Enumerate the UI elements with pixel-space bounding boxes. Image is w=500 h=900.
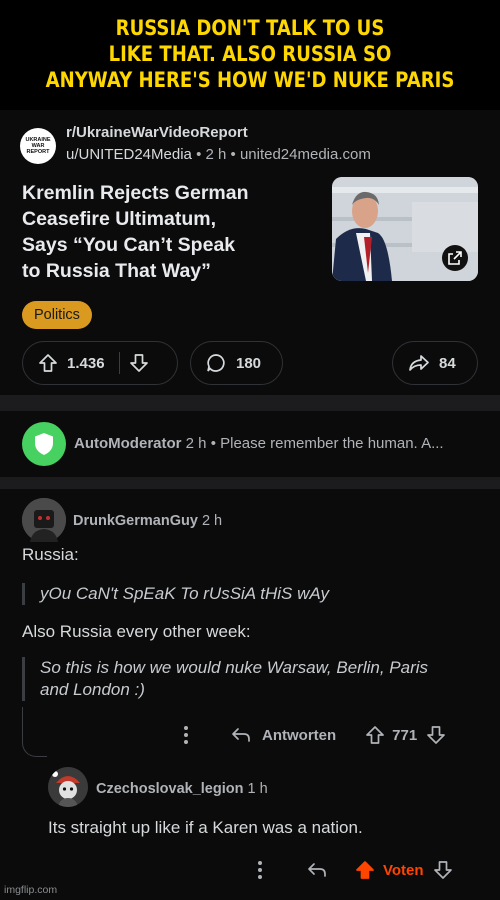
comment-time: 2 h	[201, 513, 223, 529]
reply-button[interactable]: Antworten	[262, 727, 336, 744]
reply-icon[interactable]	[306, 860, 328, 880]
upvote-icon[interactable]	[364, 724, 386, 746]
subreddit-avatar[interactable]: UKRAINE WAR REPORT	[20, 128, 56, 164]
comment-line-1: Russia:	[22, 545, 79, 564]
post-flair[interactable]: Politics	[22, 301, 92, 329]
reply-text: Its straight up like if a Karen was a na…	[48, 818, 363, 837]
comment-quote-1: yOu CaN't SpEaK To rUsSiA tHiS wAy	[22, 583, 329, 605]
automod-comment[interactable]: AutoModerator 2 h • Please remember the …	[0, 411, 500, 477]
comment-quote-2: So this is how we would nuke Warsaw, Ber…	[22, 657, 428, 701]
vote-bar: 1.436	[22, 341, 178, 385]
automod-line: AutoModerator 2 h • Please remember the …	[74, 435, 444, 452]
reply-avatar[interactable]	[48, 767, 88, 807]
comment-icon	[205, 352, 227, 374]
comment-thread: DrunkGermanGuy 2 h Russia: yOu CaN't SpE…	[0, 489, 500, 900]
automod-name[interactable]: AutoModerator	[74, 435, 182, 452]
meme-caption: RUSSIA DON'T TALK TO US LIKE THAT. ALSO …	[0, 0, 500, 108]
subreddit-avatar-text: UKRAINE WAR REPORT	[25, 137, 51, 155]
reply-author-line: Czechoslovak_legion 1 h	[96, 781, 268, 797]
thread-line	[22, 707, 47, 757]
reply-icon[interactable]	[230, 725, 252, 745]
more-options-icon[interactable]	[250, 859, 270, 881]
share-count: 84	[439, 354, 456, 372]
vote-label: Voten	[383, 861, 424, 879]
downvote-icon[interactable]	[128, 352, 150, 374]
automod-snippet: Please remember the human. A...	[220, 435, 444, 452]
comment-vote-count: 771	[392, 726, 418, 744]
watermark: imgflip.com	[4, 884, 58, 896]
comment-author[interactable]: DrunkGermanGuy	[73, 513, 198, 529]
comment-actions: Antworten 771	[176, 720, 447, 750]
reply-author[interactable]: Czechoslovak_legion	[96, 781, 243, 797]
post-meta: u/UNITED24Media • 2 h • united24media.co…	[66, 146, 371, 163]
reply-time: 1 h	[247, 781, 268, 797]
subreddit-link[interactable]: r/UkraineWarVideoReport	[66, 124, 248, 141]
share-icon	[408, 352, 430, 374]
post-card[interactable]: UKRAINE WAR REPORT r/UkraineWarVideoRepo…	[0, 110, 500, 395]
more-options-icon[interactable]	[176, 724, 196, 746]
downvote-icon[interactable]	[425, 724, 447, 746]
divider	[0, 477, 500, 489]
upvote-icon[interactable]	[37, 352, 59, 374]
upvote-icon[interactable]	[354, 859, 376, 881]
avatar[interactable]	[22, 498, 66, 542]
post-domain[interactable]: united24media.com	[240, 146, 371, 163]
comment-author-line: DrunkGermanGuy 2 h	[73, 513, 222, 529]
comment-count: 180	[236, 354, 262, 372]
comments-button[interactable]: 180	[190, 341, 283, 385]
external-link-icon[interactable]	[442, 245, 468, 271]
automod-time: 2 h	[185, 435, 207, 452]
post-thumbnail[interactable]	[332, 177, 478, 281]
shield-icon	[35, 433, 53, 455]
automod-avatar	[22, 422, 66, 466]
upvote-count: 1.436	[67, 354, 105, 372]
downvote-icon[interactable]	[432, 859, 454, 881]
reply-actions: Voten	[250, 855, 454, 885]
share-button[interactable]: 84	[392, 341, 478, 385]
comment-line-2: Also Russia every other week:	[22, 622, 251, 641]
caption-text: RUSSIA DON'T TALK TO US LIKE THAT. ALSO …	[45, 16, 455, 92]
post-title[interactable]: Kremlin Rejects German Ceasefire Ultimat…	[22, 180, 322, 284]
post-time: 2 h	[205, 146, 227, 163]
post-author[interactable]: u/UNITED24Media	[66, 146, 192, 163]
divider	[0, 395, 500, 411]
